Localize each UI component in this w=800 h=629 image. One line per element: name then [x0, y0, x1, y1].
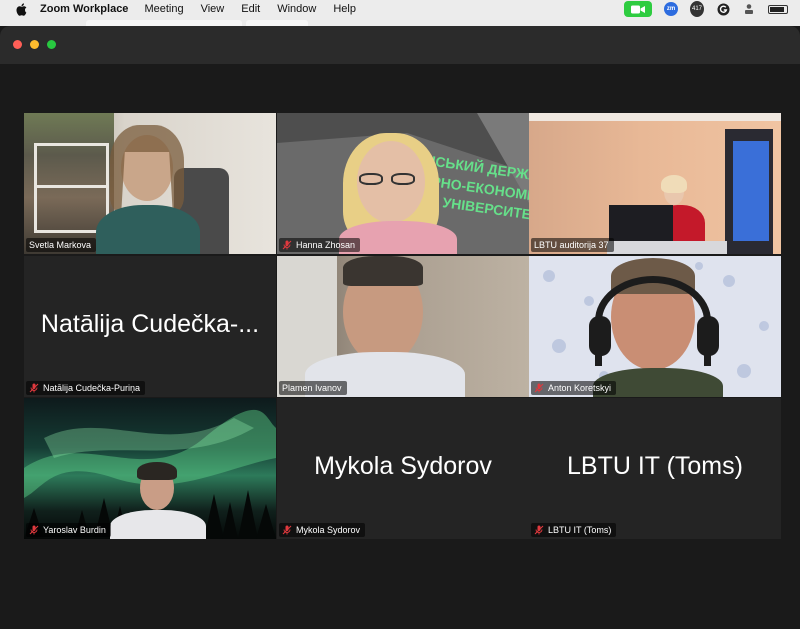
menu-app-name[interactable]: Zoom Workplace: [40, 3, 128, 15]
mic-muted-icon: [29, 525, 39, 535]
user-switch-icon[interactable]: [742, 2, 756, 16]
participant-name: LBTU IT (Toms): [548, 525, 612, 535]
menu-bar: Zoom Workplace Meeting View Edit Window …: [0, 0, 800, 18]
participant-name-tag: Natālija Cudečka-Puriņa: [26, 381, 146, 395]
window-title-bar: [0, 26, 800, 64]
zoom-status-label: zm: [664, 2, 678, 16]
participant-display-name: Natālija Cudečka-...: [40, 309, 260, 338]
participant-video: [24, 113, 276, 254]
menu-view[interactable]: View: [201, 3, 225, 15]
participant-name-tag: Hanna Zhosan: [279, 238, 361, 252]
participant-video: ХЕРСОНСЬКИЙ ДЕРЖАВНИЙ АГРАРНО-ЕКОНОМІЧНИ…: [277, 113, 529, 254]
notification-badge-icon[interactable]: 417: [690, 1, 704, 17]
participant-name-tag: Anton Koretskyi: [531, 381, 617, 395]
video-tile-plamen-ivanov[interactable]: Plamen Ivanov: [277, 256, 529, 397]
participant-name: Plamen Ivanov: [282, 383, 342, 393]
video-tile-yaroslav-burdin[interactable]: Yaroslav Burdin: [24, 398, 276, 539]
video-tile-svetla-markova[interactable]: Svetla Markova: [24, 113, 276, 254]
mic-muted-icon: [282, 240, 292, 250]
participant-video: [277, 256, 529, 397]
video-tile-natalija-cudecka-purina[interactable]: Natālija Cudečka-... Natālija Cudečka-Pu…: [24, 256, 276, 397]
video-tile-anton-koretskyi[interactable]: Anton Koretskyi: [529, 256, 781, 397]
participant-name: LBTU auditorija 37: [534, 240, 609, 250]
status-area: zm 417: [624, 0, 800, 18]
participant-display-name: Mykola Sydorov: [314, 451, 492, 480]
battery-icon[interactable]: [768, 4, 788, 14]
participant-name-tag: Yaroslav Burdin: [26, 523, 111, 537]
video-tile-lbtu-auditorija-37[interactable]: LBTU auditorija 37: [529, 113, 781, 254]
window-tab-strip: [0, 18, 800, 26]
mic-muted-icon: [282, 525, 292, 535]
participant-video: [529, 256, 781, 397]
participant-name: Svetla Markova: [29, 240, 92, 250]
video-tile-hanna-zhosan[interactable]: ХЕРСОНСЬКИЙ ДЕРЖАВНИЙ АГРАРНО-ЕКОНОМІЧНИ…: [277, 113, 529, 254]
zoom-window-button[interactable]: [47, 40, 56, 49]
menu-meeting[interactable]: Meeting: [144, 3, 183, 15]
mic-muted-icon: [29, 383, 39, 393]
mic-muted-icon: [534, 383, 544, 393]
participant-name-tag: Svetla Markova: [26, 238, 97, 252]
apple-icon[interactable]: [14, 2, 28, 16]
camera-in-use-icon[interactable]: [624, 1, 652, 17]
video-tile-mykola-sydorov[interactable]: Mykola Sydorov Mykola Sydorov: [277, 398, 529, 539]
menu-edit[interactable]: Edit: [241, 3, 260, 15]
participant-name-tag: LBTU IT (Toms): [531, 523, 617, 537]
participant-name-tag: Plamen Ivanov: [279, 381, 347, 395]
participant-video: [24, 398, 276, 539]
zoom-status-icon[interactable]: zm: [664, 2, 678, 16]
grammarly-icon[interactable]: [716, 2, 730, 16]
close-window-button[interactable]: [13, 40, 22, 49]
participant-video: [529, 113, 781, 254]
participant-name-tag: LBTU auditorija 37: [531, 238, 614, 252]
participant-name: Hanna Zhosan: [296, 240, 356, 250]
notification-count: 417: [690, 1, 704, 17]
video-tile-lbtu-it-toms[interactable]: LBTU IT (Toms) LBTU IT (Toms): [529, 398, 781, 539]
participant-name: Natālija Cudečka-Puriņa: [43, 383, 141, 393]
minimize-window-button[interactable]: [30, 40, 39, 49]
mic-muted-icon: [534, 525, 544, 535]
menu-help[interactable]: Help: [333, 3, 356, 15]
menu-window[interactable]: Window: [277, 3, 316, 15]
participant-name: Mykola Sydorov: [296, 525, 361, 535]
participant-name: Anton Koretskyi: [548, 383, 612, 393]
participant-name: Yaroslav Burdin: [43, 525, 106, 535]
participant-name-tag: Mykola Sydorov: [279, 523, 366, 537]
participant-display-name: LBTU IT (Toms): [567, 451, 743, 480]
